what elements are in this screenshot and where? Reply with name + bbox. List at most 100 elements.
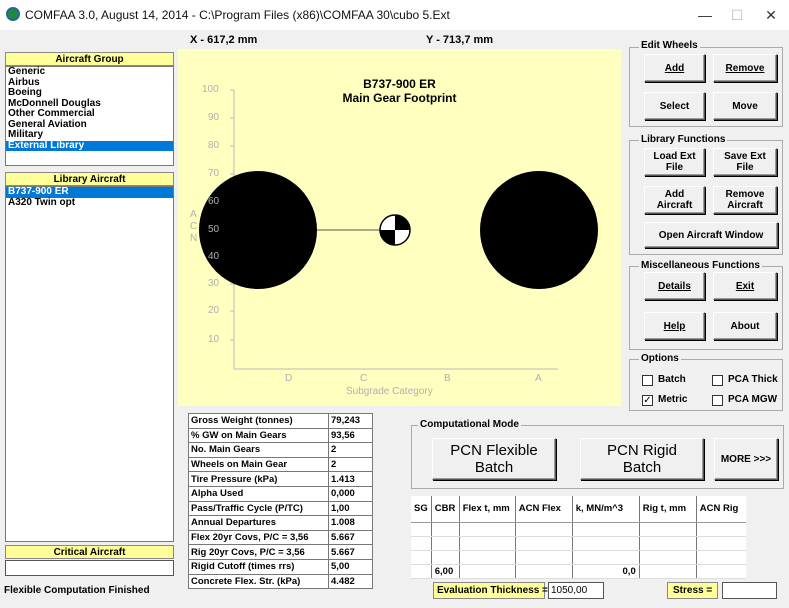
column-header: ACN Flex [515,496,573,523]
param-value[interactable]: 5.667 [328,544,373,560]
table-cell [572,550,640,565]
y-tick-label: 10 [208,334,220,345]
pcn-flexible-batch-button[interactable]: PCN Flexible Batch [432,438,556,480]
table-cell [696,522,747,537]
about-button[interactable]: About [713,312,777,340]
footprint-plot[interactable]: B737-900 ER Main Gear Footprint 100 90 8… [178,49,621,406]
add-wheel-label: Add [664,62,685,74]
param-label: Annual Departures [188,515,329,531]
exit-button[interactable]: Exit [713,272,777,300]
list-item[interactable]: A320 Twin opt [6,197,173,209]
param-value[interactable]: 0,000 [328,485,373,502]
param-label: No. Main Gears [188,442,329,458]
param-value[interactable]: 1.008 [328,515,373,531]
select-wheel-button[interactable]: Select [644,92,705,120]
details-button[interactable]: Details [644,272,705,300]
table-cell [515,522,573,537]
plot-title: B737-900 ER [363,77,436,91]
param-value[interactable]: 5,00 [328,558,373,575]
evaluation-thickness-input[interactable]: 1050,00 [548,582,604,599]
load-ext-file-button[interactable]: Load Ext File [644,148,705,176]
list-item[interactable]: Military [6,129,173,141]
table-cell [431,522,460,537]
list-item[interactable]: Boeing [6,87,173,99]
table-cell [639,536,697,551]
help-button[interactable]: Help [644,312,705,340]
batch-checkbox[interactable] [642,375,653,386]
param-value[interactable]: 2 [328,442,373,458]
list-item-selected[interactable]: B737-900 ER [6,186,173,198]
param-label: Flex 20yr Covs, P/C = 3,56 [188,529,329,546]
about-label: About [730,320,760,332]
button-line: Aircraft [727,200,763,211]
pca-mgw-checkbox[interactable] [712,395,723,406]
table-cell [515,536,573,551]
button-line: PCN Rigid [606,442,678,459]
y-tick-label: 30 [208,278,220,289]
table-cell [459,550,516,565]
table-cell [459,522,516,537]
library-functions-label: Library Functions [639,134,728,145]
right-wheel-footprint [480,171,598,289]
pca-thick-checkbox[interactable] [712,375,723,386]
table-row: Tire Pressure (kPa) 1.413 [188,471,373,487]
table-cell [459,564,516,579]
button-line: Remove [725,189,765,200]
param-label: % GW on Main Gears [188,427,329,444]
remove-wheel-button[interactable]: Remove [713,54,777,82]
table-cell: 0,0 [572,564,640,579]
aircraft-parameters-table: Gross Weight (tonnes) 79,243 % GW on Main… [188,413,373,590]
more-button[interactable]: MORE >>> [714,438,778,480]
list-item-selected[interactable]: External Library [6,140,173,151]
table-cell [639,522,697,537]
aircraft-group-list[interactable]: Generic Airbus Boeing McDonnell Douglas … [5,66,174,166]
table-row: Gross Weight (tonnes) 79,243 [188,413,373,429]
critical-aircraft-field[interactable] [5,560,174,576]
y-tick-label: 20 [208,305,220,316]
param-value[interactable]: 79,243 [328,413,373,429]
maximize-button[interactable]: ☐ [722,4,752,26]
stress-input[interactable] [722,582,777,599]
list-item[interactable]: Generic [6,66,173,78]
remove-aircraft-button[interactable]: Remove Aircraft [713,186,777,214]
table-cell [572,522,640,537]
x-tick-label: B [444,373,451,384]
param-value[interactable]: 1.413 [328,471,373,487]
metric-checkbox[interactable]: ✓ [642,395,653,406]
edit-wheels-label: Edit Wheels [639,40,700,51]
y-tick-label: 90 [208,112,220,123]
batch-label: Batch [658,374,686,385]
param-value[interactable]: 5.667 [328,529,373,546]
close-button[interactable]: ✕ [756,4,786,26]
param-label: Concrete Flex. Str. (kPa) [188,573,329,590]
library-aircraft-list[interactable]: B737-900 ER A320 Twin opt [5,186,174,542]
stress-label: Stress = [667,582,718,599]
table-row: Rig 20yr Covs, P/C = 3,56 5.667 [188,544,373,560]
add-wheel-button[interactable]: Add [644,54,705,82]
x-coordinate-readout: X - 617,2 mm [190,34,258,46]
save-ext-file-button[interactable]: Save Ext File [713,148,777,176]
table-cell [431,536,460,551]
table-cell [459,536,516,551]
param-label: Pass/Traffic Cycle (P/TC) [188,500,329,517]
open-aircraft-window-button[interactable]: Open Aircraft Window [644,222,778,248]
app-icon [6,7,20,21]
evaluation-thickness-label: Evaluation Thickness = [433,582,548,599]
table-row: 6,00 0,0 [411,564,747,579]
button-line: Batch [474,459,514,476]
pcn-rigid-batch-button[interactable]: PCN Rigid Batch [580,438,704,480]
button-line: File [665,162,684,173]
move-wheel-button[interactable]: Move [713,92,777,120]
plot-subtitle: Main Gear Footprint [342,91,457,105]
x-tick-label: D [285,373,293,384]
remove-wheel-label: Remove [725,62,765,74]
table-cell [411,550,432,565]
param-value[interactable]: 1,00 [328,500,373,517]
param-value[interactable]: 93,56 [328,427,373,444]
param-value[interactable]: 4.482 [328,573,373,590]
param-value[interactable]: 2 [328,456,373,473]
add-aircraft-button[interactable]: Add Aircraft [644,186,705,214]
list-item[interactable]: Other Commercial [6,108,173,120]
minimize-button[interactable]: — [690,4,720,26]
table-cell [696,564,747,579]
